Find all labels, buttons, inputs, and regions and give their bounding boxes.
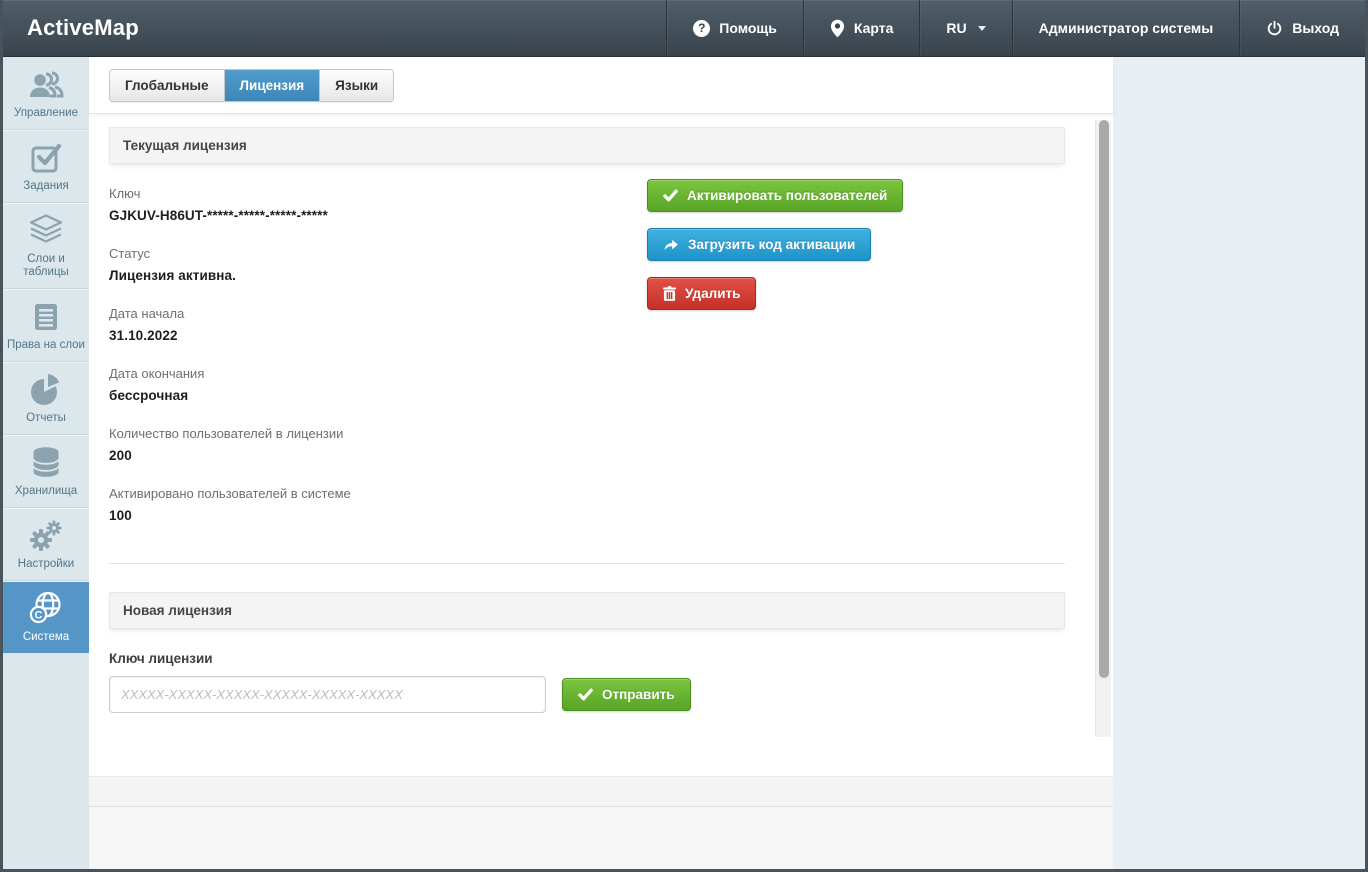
sidebar-label: Права на слои: [5, 339, 87, 352]
help-label: Помощь: [719, 20, 777, 36]
field-value-key: GJKUV-H86UT-*****-*****-*****-*****: [109, 208, 647, 223]
new-license-form: Отправить: [109, 676, 1065, 713]
caret-down-icon: [978, 26, 986, 31]
sidebar-item-tasks[interactable]: Задания: [3, 129, 89, 202]
field-label-user-count: Количество пользователей в лицензии: [109, 426, 647, 441]
layer-rights-icon: [5, 298, 87, 335]
task-check-icon: [5, 139, 87, 176]
current-license-header: Текущая лицензия: [109, 127, 1065, 164]
tab-global[interactable]: Глобальные: [110, 70, 224, 101]
field-label-key: Ключ: [109, 186, 647, 201]
map-label: Карта: [854, 20, 894, 36]
current-user-button[interactable]: Администратор системы: [1012, 0, 1240, 56]
current-license-body: Ключ GJKUV-H86UT-*****-*****-*****-*****…: [109, 164, 1065, 549]
vertical-scrollbar[interactable]: [1095, 120, 1111, 737]
sidebar-label: Управление: [5, 107, 87, 120]
tab-languages[interactable]: Языки: [319, 70, 393, 101]
check-icon: [578, 688, 593, 701]
check-icon: [663, 189, 678, 202]
field-value-start-date: 31.10.2022: [109, 328, 647, 343]
activate-users-button[interactable]: Активировать пользователей: [647, 179, 903, 212]
field-label-start-date: Дата начала: [109, 306, 647, 321]
license-scroll-area: Текущая лицензия Ключ GJKUV-H86UT-*****-…: [89, 114, 1113, 776]
load-activation-code-label: Загрузить код активации: [688, 237, 855, 252]
field-label-status: Статус: [109, 246, 647, 261]
activate-users-label: Активировать пользователей: [687, 188, 887, 203]
svg-text:C: C: [35, 610, 43, 622]
app-logo: ActiveMap: [3, 0, 163, 56]
app-body: Управление Задания: [3, 57, 1365, 869]
sidebar-item-reports[interactable]: Отчеты: [3, 361, 89, 434]
pie-chart-icon: [5, 371, 87, 408]
trash-icon: [663, 286, 676, 301]
submit-license-label: Отправить: [602, 687, 675, 702]
navbar-menu: ? Помощь Карта RU Администратор системы: [666, 0, 1365, 56]
sidebar-item-system[interactable]: C Система: [3, 580, 89, 653]
sidebar-label: Настройки: [5, 558, 87, 571]
share-arrow-icon: [663, 238, 679, 252]
sidebar-item-layers-tables[interactable]: Слои и таблицы: [3, 202, 89, 288]
panel-footer-area: [89, 807, 1113, 869]
users-icon: [5, 66, 87, 103]
sidebar-item-storages[interactable]: Хранилища: [3, 434, 89, 507]
new-license-header: Новая лицензия: [109, 592, 1065, 629]
sidebar-label: Слои и таблицы: [5, 253, 87, 279]
tab-license[interactable]: Лицензия: [224, 70, 320, 101]
logout-button[interactable]: Выход: [1239, 0, 1365, 56]
sidebar-item-layer-rights[interactable]: Права на слои: [3, 288, 89, 361]
sidebar-label: Система: [5, 631, 87, 644]
license-key-input[interactable]: [109, 676, 546, 713]
scrollbar-thumb[interactable]: [1099, 120, 1109, 678]
app-window: ActiveMap ? Помощь Карта RU: [0, 0, 1368, 872]
database-icon: [5, 444, 87, 481]
field-label-end-date: Дата окончания: [109, 366, 647, 381]
sidebar-label: Задания: [5, 180, 87, 193]
field-value-status: Лицензия активна.: [109, 268, 647, 283]
current-user-label: Администратор системы: [1039, 20, 1214, 36]
delete-license-label: Удалить: [685, 286, 740, 301]
language-dropdown[interactable]: RU: [919, 0, 1011, 56]
field-value-end-date: бессрочная: [109, 388, 647, 403]
field-value-activated-users: 100: [109, 508, 647, 523]
sidebar-label: Отчеты: [5, 412, 87, 425]
layers-icon: [5, 212, 87, 249]
sidebar-item-settings[interactable]: Настройки: [3, 507, 89, 580]
section-divider: [109, 563, 1065, 564]
map-button[interactable]: Карта: [803, 0, 920, 56]
field-label-activated-users: Активировано пользователей в системе: [109, 486, 647, 501]
help-icon: ?: [693, 20, 710, 37]
license-fields: Ключ GJKUV-H86UT-*****-*****-*****-*****…: [109, 164, 647, 549]
sidebar-item-management[interactable]: Управление: [3, 57, 89, 129]
settings-tabbar: Глобальные Лицензия Языки: [89, 57, 1113, 114]
language-label: RU: [946, 20, 966, 36]
logout-label: Выход: [1292, 20, 1339, 36]
license-key-label: Ключ лицензии: [109, 651, 1065, 666]
panel-footer-strip: [89, 776, 1113, 807]
globe-icon: C: [5, 590, 87, 627]
license-actions: Активировать пользователей Загрузить код…: [647, 164, 1065, 549]
help-button[interactable]: ? Помощь: [666, 0, 803, 56]
sidebar: Управление Задания: [3, 57, 89, 869]
power-icon: [1266, 20, 1283, 37]
load-activation-code-button[interactable]: Загрузить код активации: [647, 228, 871, 261]
sidebar-label: Хранилища: [5, 485, 87, 498]
gears-icon: [5, 517, 87, 554]
map-pin-icon: [830, 19, 845, 38]
submit-license-button[interactable]: Отправить: [562, 678, 691, 711]
field-value-user-count: 200: [109, 448, 647, 463]
content-panel: Глобальные Лицензия Языки Текущая лиценз…: [89, 57, 1113, 869]
delete-license-button[interactable]: Удалить: [647, 277, 756, 310]
top-navbar: ActiveMap ? Помощь Карта RU: [3, 0, 1365, 57]
page-background: [1113, 57, 1365, 869]
tab-group: Глобальные Лицензия Языки: [109, 69, 394, 102]
